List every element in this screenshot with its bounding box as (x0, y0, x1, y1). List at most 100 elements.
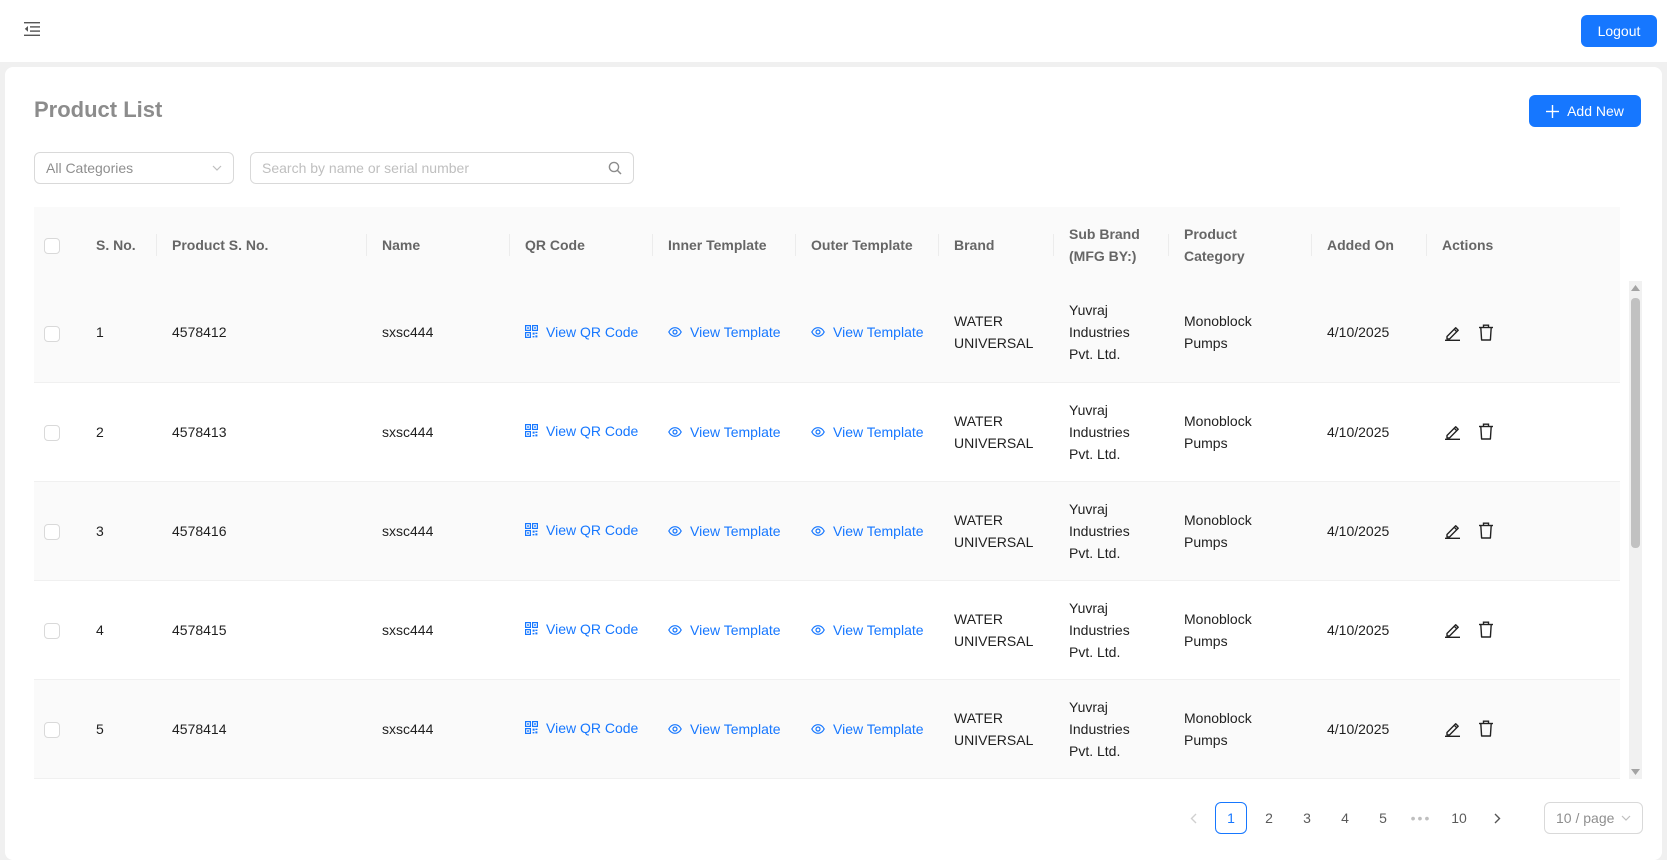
cell-product-sno: 4578413 (172, 423, 227, 440)
scrollbar-thumb[interactable] (1631, 298, 1640, 548)
view-qr-code-link[interactable]: View QR Code (525, 519, 638, 541)
view-inner-template-link[interactable]: View Template (668, 619, 781, 641)
view-inner-template-link[interactable]: View Template (668, 321, 781, 343)
view-outer-template-link[interactable]: View Template (811, 321, 924, 343)
cell-brand: WATER UNIVERSAL (954, 610, 1034, 649)
delete-icon[interactable] (1476, 521, 1496, 541)
view-qr-code-label: View QR Code (546, 422, 639, 439)
pagination: 1 2 3 4 5 ••• 10 (1177, 802, 1513, 834)
qrcode-icon (525, 325, 538, 338)
page-10[interactable]: 10 (1443, 802, 1475, 834)
row-checkbox[interactable] (44, 325, 60, 342)
view-qr-code-link[interactable]: View QR Code (525, 618, 638, 640)
add-new-button[interactable]: Add New (1529, 95, 1641, 127)
search-input[interactable] (262, 160, 608, 176)
page-5[interactable]: 5 (1367, 802, 1399, 834)
delete-icon[interactable] (1476, 719, 1496, 739)
logout-button[interactable]: Logout (1581, 15, 1657, 47)
qrcode-icon (525, 622, 538, 636)
row-checkbox[interactable] (44, 424, 60, 441)
edit-icon[interactable] (1442, 521, 1462, 541)
view-qr-code-label: View QR Code (546, 620, 639, 637)
row-checkbox[interactable] (44, 622, 60, 639)
column-header[interactable]: Inner Template (652, 207, 795, 283)
cell-added-on: 4/10/2025 (1327, 720, 1390, 737)
menu-fold-icon[interactable] (22, 19, 42, 39)
scroll-down-arrow-icon[interactable] (1629, 765, 1642, 779)
view-qr-code-label: View QR Code (546, 323, 639, 340)
delete-icon[interactable] (1476, 322, 1496, 342)
view-outer-template-link[interactable]: View Template (811, 520, 924, 542)
product-table: S. No. Product S. No. Name QR Code Inner… (34, 207, 1620, 779)
view-outer-template-label: View Template (833, 522, 924, 539)
page-1[interactable]: 1 (1215, 802, 1247, 834)
column-header[interactable]: Product S. No. (156, 207, 366, 283)
page-size-select[interactable]: 10 / page (1544, 802, 1643, 834)
page-2[interactable]: 2 (1253, 802, 1285, 834)
search-icon[interactable] (608, 161, 622, 175)
view-outer-template-link[interactable]: View Template (811, 619, 924, 641)
view-inner-template-link[interactable]: View Template (668, 421, 781, 443)
view-outer-template-label: View Template (833, 720, 924, 737)
view-inner-template-link[interactable]: View Template (668, 718, 781, 740)
cell-sno: 2 (96, 423, 104, 440)
eye-icon (811, 327, 825, 338)
chevron-left-icon[interactable] (1177, 802, 1209, 834)
column-header[interactable]: Name (366, 207, 509, 283)
table-row: 4 4578415 sxsc444 View QR Code View Temp… (34, 580, 1620, 679)
delete-icon[interactable] (1476, 620, 1496, 640)
page-3[interactable]: 3 (1291, 802, 1323, 834)
view-outer-template-link[interactable]: View Template (811, 421, 924, 443)
view-qr-code-link[interactable]: View QR Code (525, 321, 638, 343)
column-header[interactable]: Product Category (1168, 207, 1311, 283)
cell-product-sno: 4578416 (172, 522, 227, 539)
cell-name: sxsc444 (382, 621, 434, 638)
column-header[interactable]: Added On (1311, 207, 1426, 283)
cell-brand: WATER UNIVERSAL (954, 511, 1034, 550)
column-header[interactable]: Outer Template (795, 207, 938, 283)
cell-sno: 5 (96, 720, 104, 737)
delete-icon[interactable] (1476, 422, 1496, 442)
column-header[interactable]: S. No. (80, 207, 156, 283)
qrcode-icon (525, 424, 538, 438)
table-row: 3 4578416 sxsc444 View QR Code View Temp… (34, 481, 1620, 580)
scroll-up-arrow-icon[interactable] (1629, 281, 1642, 295)
category-select[interactable]: All Categories (34, 152, 234, 184)
cell-brand: WATER UNIVERSAL (954, 412, 1034, 451)
view-inner-template-label: View Template (690, 423, 781, 440)
edit-icon[interactable] (1442, 322, 1462, 342)
cell-added-on: 4/10/2025 (1327, 621, 1390, 638)
column-header[interactable]: Brand (938, 207, 1053, 283)
cell-category: Monoblock Pumps (1184, 412, 1252, 451)
view-outer-template-label: View Template (833, 621, 924, 638)
view-outer-template-label: View Template (833, 324, 924, 341)
row-checkbox[interactable] (44, 523, 60, 540)
view-qr-code-link[interactable]: View QR Code (525, 717, 638, 739)
edit-icon[interactable] (1442, 422, 1462, 442)
page-4[interactable]: 4 (1329, 802, 1361, 834)
edit-icon[interactable] (1442, 719, 1462, 739)
edit-icon[interactable] (1442, 620, 1462, 640)
main-content: Product List Add New All Categories Sear… (5, 67, 1662, 860)
column-header[interactable]: QR Code (509, 207, 652, 283)
view-inner-template-link[interactable]: View Template (668, 520, 781, 542)
view-qr-code-link[interactable]: View QR Code (525, 420, 638, 442)
eye-icon (811, 624, 825, 635)
view-outer-template-link[interactable]: View Template (811, 718, 924, 740)
eye-icon (668, 624, 682, 635)
cell-category: Monoblock Pumps (1184, 313, 1252, 352)
plus-icon (1546, 104, 1560, 118)
row-checkbox[interactable] (44, 721, 60, 738)
pagination-ellipsis[interactable]: ••• (1405, 802, 1437, 834)
column-header[interactable]: Actions (1426, 207, 1620, 283)
select-all-checkbox[interactable] (44, 238, 60, 255)
eye-icon (811, 525, 825, 536)
cell-sub-brand: Yuvraj Industries Pvt. Ltd. (1069, 302, 1130, 363)
cell-product-sno: 4578412 (172, 324, 227, 341)
cell-sub-brand: Yuvraj Industries Pvt. Ltd. (1069, 500, 1130, 561)
column-header[interactable]: Sub Brand (MFG BY:) (1053, 207, 1168, 283)
view-qr-code-label: View QR Code (546, 719, 639, 736)
chevron-right-icon[interactable] (1481, 802, 1513, 834)
qrcode-icon (525, 721, 538, 735)
table-scrollbar[interactable] (1629, 281, 1642, 779)
